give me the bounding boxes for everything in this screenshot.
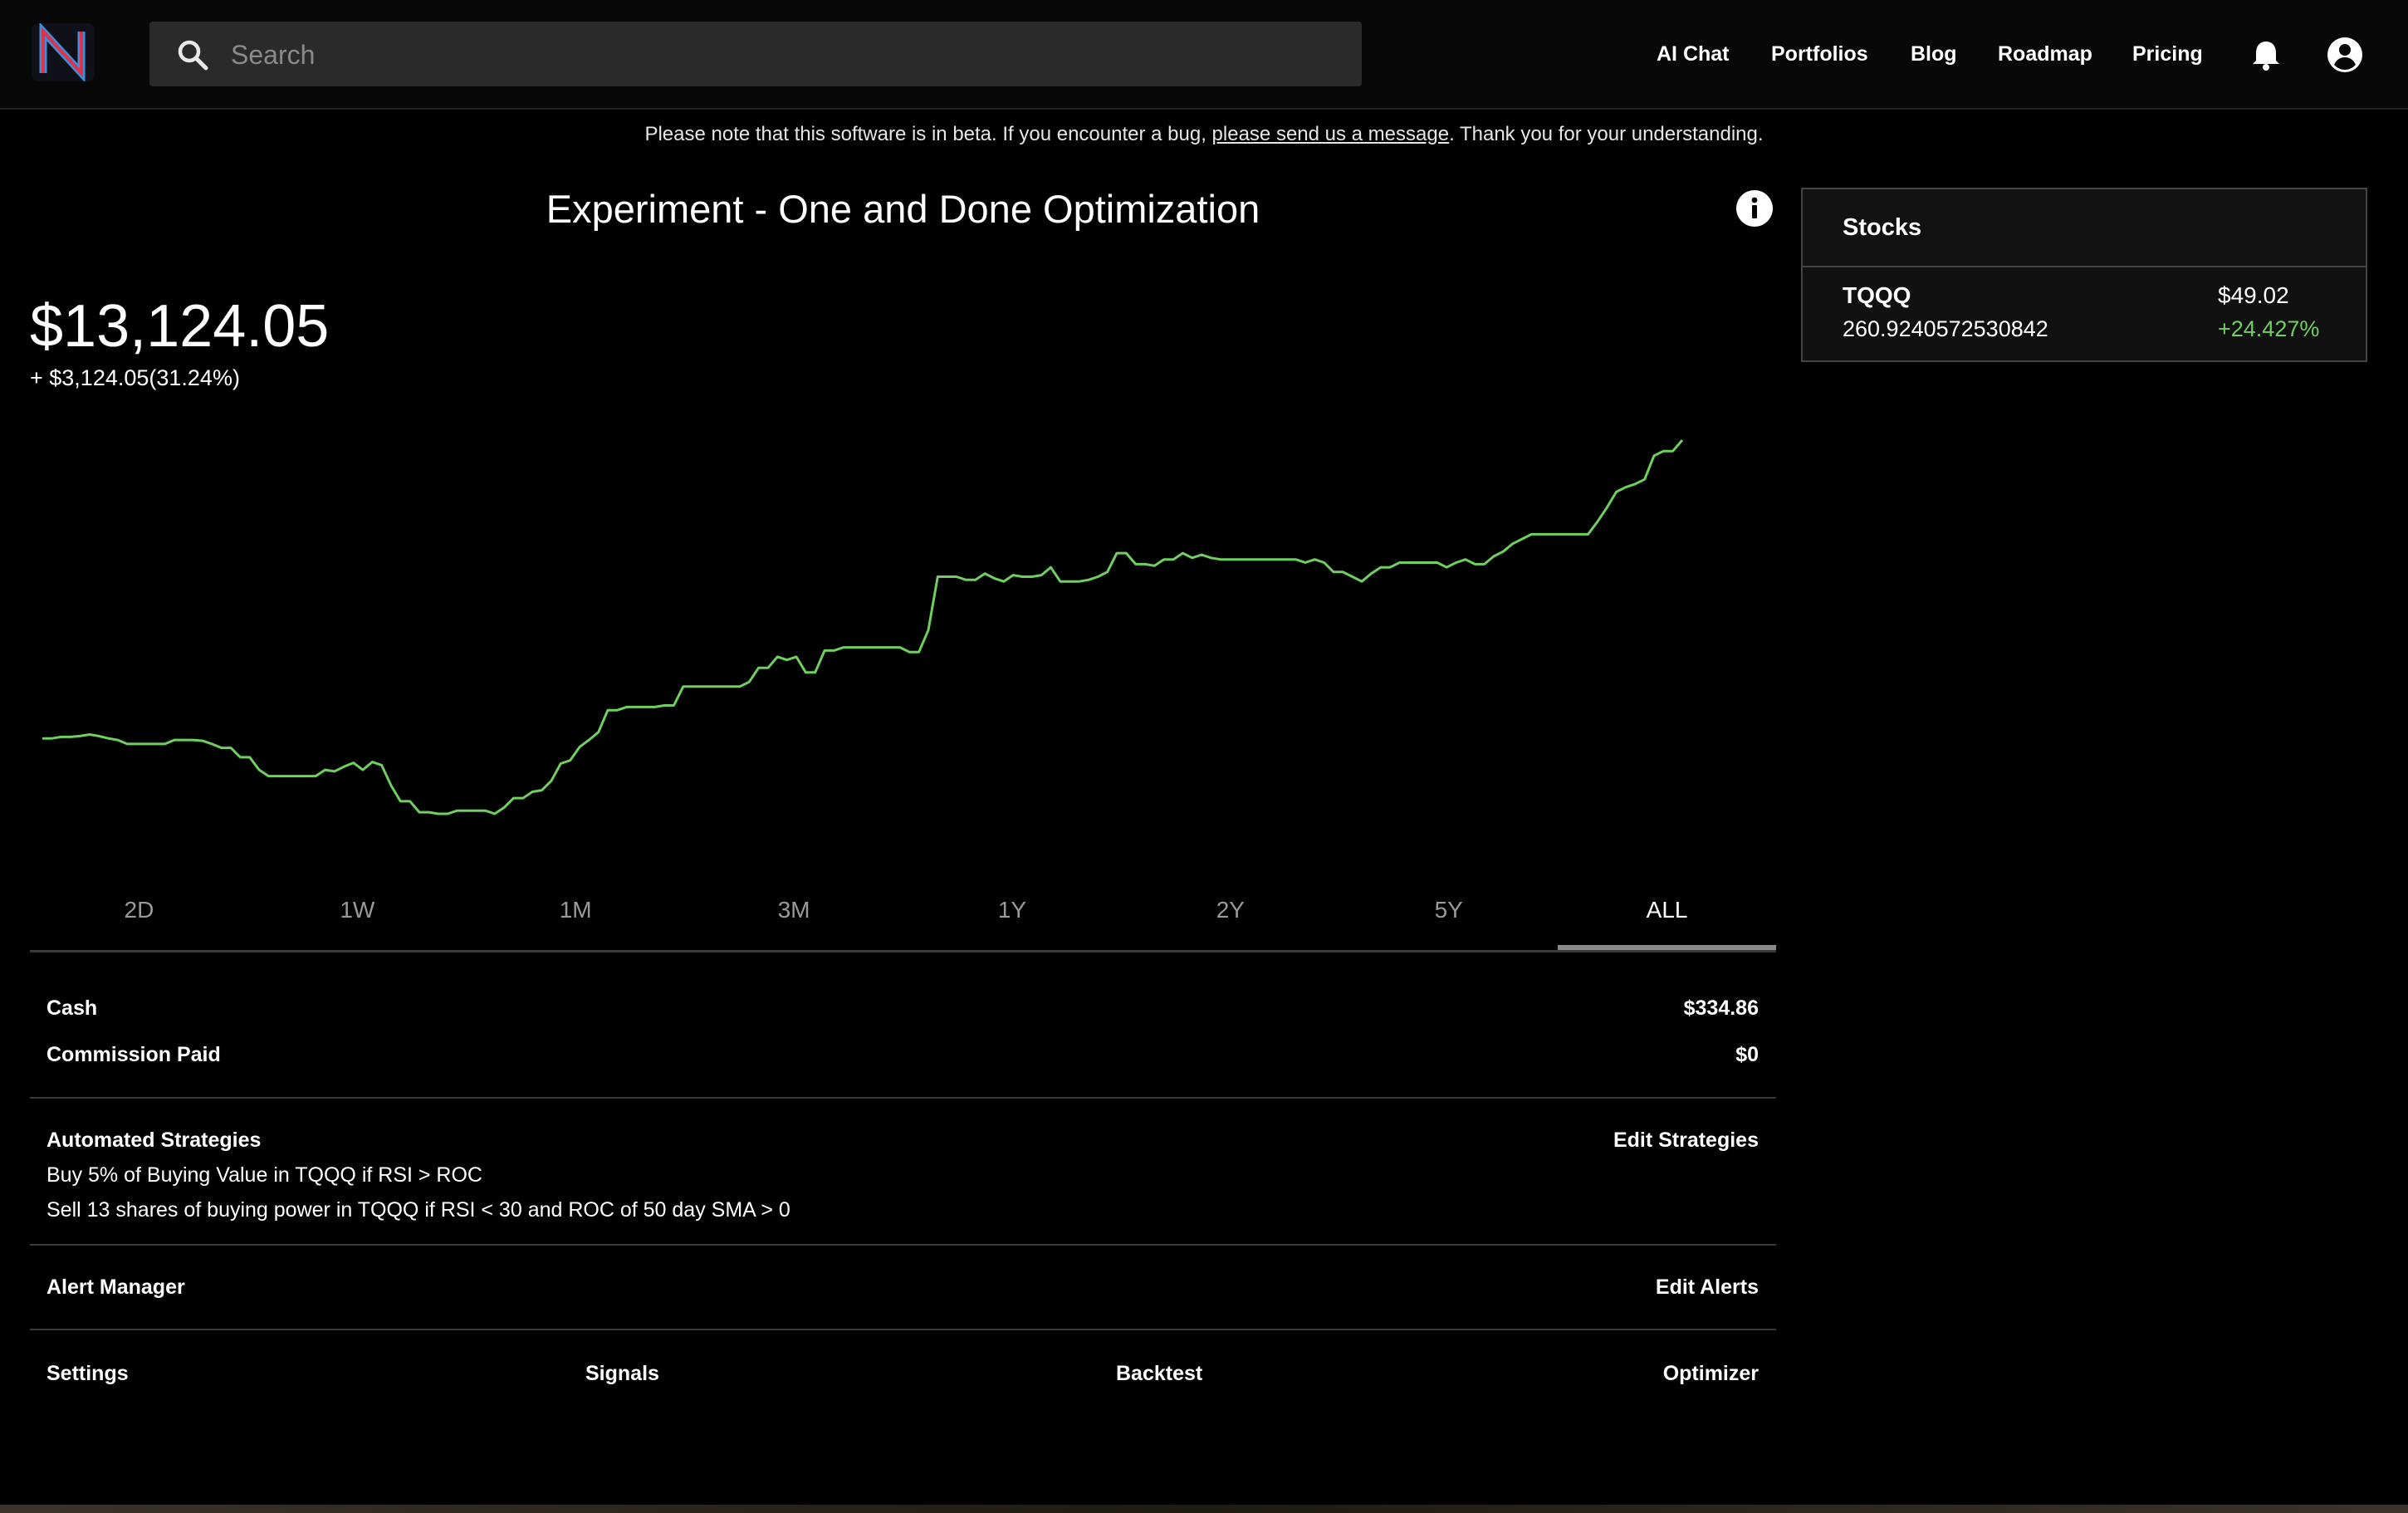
range-tab-3m[interactable]: 3M xyxy=(685,880,903,950)
cash-value: $334.86 xyxy=(1683,996,1759,1020)
commission-value: $0 xyxy=(1735,1043,1759,1066)
beta-notice-banner: Please note that this software is in bet… xyxy=(0,123,2408,146)
stock-quantity: 260.9240572530842 xyxy=(1843,316,2048,341)
send-message-link[interactable]: please send us a message xyxy=(1212,123,1450,145)
stocks-title: Stocks xyxy=(1843,214,1922,241)
divider xyxy=(30,1097,1776,1099)
nav-link-pricing[interactable]: Pricing xyxy=(2132,0,2203,108)
strategy-item: Buy 5% of Buying Value in TQQQ if RSI > … xyxy=(46,1163,482,1187)
automated-strategies-label: Automated Strategies xyxy=(46,1129,262,1152)
portfolio-title: Experiment - One and Done Optimization xyxy=(546,187,1260,231)
backtest-link[interactable]: Backtest xyxy=(1116,1362,1202,1386)
range-tab-all[interactable]: ALL xyxy=(1558,880,1776,950)
alert-manager-label: Alert Manager xyxy=(46,1276,185,1299)
nav-link-portfolios[interactable]: Portfolios xyxy=(1771,0,1868,108)
logo-n-icon[interactable] xyxy=(32,22,95,83)
search-input[interactable] xyxy=(229,22,1329,88)
range-tab-2d[interactable]: 2D xyxy=(30,880,248,950)
portfolio-performance-chart[interactable] xyxy=(30,415,1691,830)
stock-change: +24.427% xyxy=(2218,316,2320,341)
bell-icon[interactable] xyxy=(2250,38,2282,71)
commission-label: Commission Paid xyxy=(46,1043,221,1066)
nav-link-roadmap[interactable]: Roadmap xyxy=(1998,0,2092,108)
nav-link-blog[interactable]: Blog xyxy=(1911,0,1957,108)
range-tab-1m[interactable]: 1M xyxy=(467,880,685,950)
range-tab-1w[interactable]: 1W xyxy=(248,880,467,950)
edit-alerts-button[interactable]: Edit Alerts xyxy=(1656,1276,1759,1300)
portfolio-value-line xyxy=(42,439,1684,815)
portfolio-change: + $3,124.05(31.24%) xyxy=(30,365,240,390)
beta-notice-text: Please note that this software is in bet… xyxy=(644,123,1212,145)
time-range-tabs: 2D 1W 1M 3M 1Y 2Y 5Y ALL xyxy=(30,880,1776,952)
stocks-panel: Stocks TQQQ 260.9240572530842 $49.02 +24… xyxy=(1801,188,2367,362)
stock-price: $49.02 xyxy=(2218,282,2289,308)
settings-link[interactable]: Settings xyxy=(46,1362,129,1386)
window-edge xyxy=(0,1505,2408,1513)
portfolio-value: $13,124.05 xyxy=(30,293,330,360)
nav-link-ai-chat[interactable]: AI Chat xyxy=(1657,0,1730,108)
account-circle-icon[interactable] xyxy=(2327,37,2363,73)
stock-symbol: TQQQ xyxy=(1843,282,1911,308)
divider xyxy=(30,1329,1776,1330)
beta-notice-text-end: . Thank you for your understanding. xyxy=(1449,123,1764,145)
signals-link[interactable]: Signals xyxy=(585,1362,659,1386)
range-tab-2y[interactable]: 2Y xyxy=(1121,880,1339,950)
stocks-panel-header: Stocks xyxy=(1803,189,2366,267)
divider xyxy=(30,1244,1776,1246)
cash-label: Cash xyxy=(46,996,98,1020)
strategy-item: Sell 13 shares of buying power in TQQQ i… xyxy=(46,1198,790,1222)
range-tab-1y[interactable]: 1Y xyxy=(903,880,1122,950)
range-tab-5y[interactable]: 5Y xyxy=(1339,880,1558,950)
search-icon xyxy=(178,40,208,71)
optimizer-link[interactable]: Optimizer xyxy=(1663,1362,1759,1386)
info-icon[interactable] xyxy=(1735,189,1774,228)
search-bar[interactable] xyxy=(149,22,1362,88)
edit-strategies-button[interactable]: Edit Strategies xyxy=(1613,1129,1759,1153)
top-navigation-bar: AI Chat Portfolios Blog Roadmap Pricing xyxy=(0,0,2408,110)
